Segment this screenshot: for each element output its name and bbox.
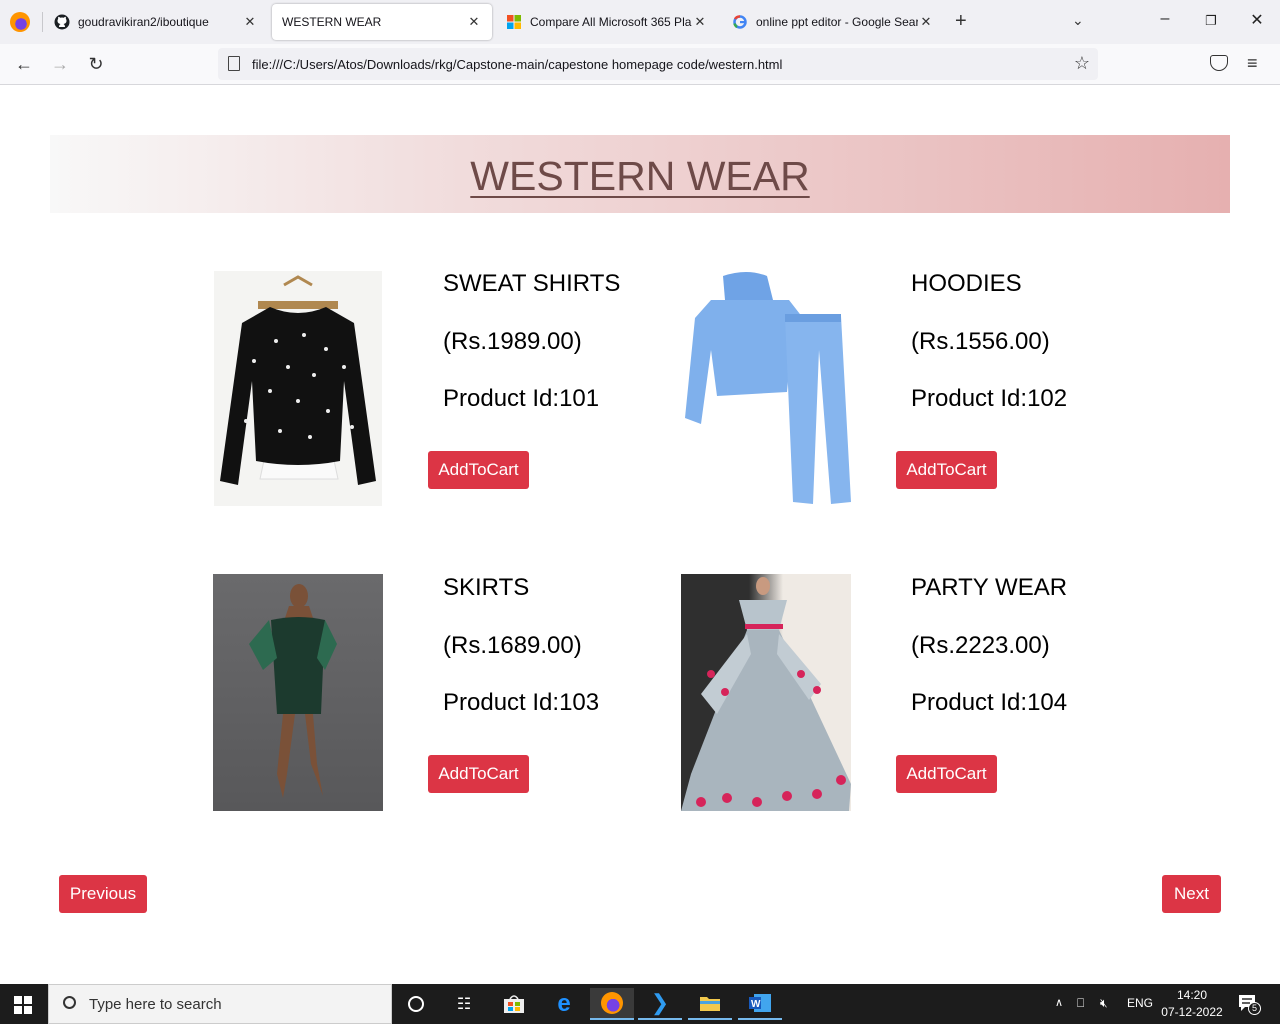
notification-count: 5: [1248, 1002, 1261, 1015]
close-icon[interactable]: ✕: [242, 14, 258, 30]
page-title: WESTERN WEAR: [470, 153, 810, 199]
product-name: SKIRTS: [443, 574, 530, 601]
word-icon[interactable]: W: [738, 988, 782, 1020]
speaker-muted-icon[interactable]: 🔇︎: [1100, 996, 1108, 1011]
minimize-icon[interactable]: –: [1142, 10, 1188, 28]
page-icon: [228, 56, 240, 71]
chevron-up-icon[interactable]: ∧: [1055, 996, 1063, 1009]
pocket-icon[interactable]: [1210, 55, 1228, 71]
store-icon[interactable]: [492, 988, 536, 1020]
svg-text:W: W: [751, 999, 761, 1010]
windows-taskbar: Type here to search ☷ e ❯ W ∧ ⎕ 🔇︎ ENG 1…: [0, 984, 1280, 1024]
product-name: HOODIES: [911, 270, 1022, 297]
tab-title: goudravikiran2/iboutique: [78, 15, 209, 29]
product-name: PARTY WEAR: [911, 574, 1068, 601]
product-price: (Rs.1556.00): [911, 328, 1050, 355]
url-text[interactable]: file:///C:/Users/Atos/Downloads/rkg/Caps…: [252, 57, 782, 72]
windows-start-icon[interactable]: [14, 996, 32, 1014]
tab-western-wear[interactable]: WESTERN WEAR ✕: [272, 4, 492, 40]
add-to-cart-button[interactable]: AddToCart: [428, 755, 529, 793]
tab-separator: [42, 12, 43, 32]
back-arrow-icon[interactable]: ←: [12, 53, 36, 77]
tab-github[interactable]: goudravikiran2/iboutique ✕: [44, 4, 268, 40]
file-explorer-icon[interactable]: [688, 988, 732, 1020]
restore-icon[interactable]: ❐: [1188, 13, 1234, 29]
hamburger-menu-icon[interactable]: ≡: [1247, 53, 1258, 74]
next-button[interactable]: Next: [1162, 875, 1221, 913]
cortana-icon[interactable]: [394, 988, 438, 1020]
product-price: (Rs.1689.00): [443, 632, 582, 659]
reload-icon[interactable]: ↻: [84, 53, 108, 77]
clock-date: 07-12-2022: [1161, 1005, 1223, 1019]
product-id: Product Id:103: [443, 689, 600, 716]
notification-icon[interactable]: 5: [1238, 994, 1261, 1015]
tab-title: online ppt editor - Google Search: [756, 15, 918, 29]
product-image-hoodie: [681, 270, 851, 507]
product-card: HOODIES (Rs.1556.00) Product Id:102 AddT…: [681, 270, 1149, 530]
close-icon[interactable]: ✕: [918, 14, 934, 30]
tab-google[interactable]: online ppt editor - Google Search ✕: [722, 4, 944, 40]
bookmark-star-icon[interactable]: ☆: [1074, 53, 1090, 74]
firefox-icon[interactable]: [10, 12, 30, 32]
product-name: SWEAT SHIRTS: [443, 270, 621, 297]
vscode-icon[interactable]: ❯: [638, 988, 682, 1020]
add-to-cart-button[interactable]: AddToCart: [896, 755, 997, 793]
previous-button[interactable]: Previous: [59, 875, 147, 913]
product-id: Product Id:101: [443, 385, 600, 412]
browser-nav-bar: ← → ↻ file:///C:/Users/Atos/Downloads/rk…: [0, 44, 1280, 85]
system-clock[interactable]: 14:20 07-12-2022: [1160, 987, 1224, 1021]
search-placeholder: Type here to search: [89, 996, 222, 1013]
add-to-cart-button[interactable]: AddToCart: [896, 451, 997, 489]
new-tab-icon[interactable]: +: [955, 10, 967, 33]
page-header: WESTERN WEAR: [50, 135, 1230, 213]
microsoft-icon: [506, 14, 522, 30]
forward-arrow-icon[interactable]: →: [48, 53, 72, 77]
github-icon: [54, 14, 70, 30]
firefox-taskbar-icon[interactable]: [590, 988, 634, 1020]
tab-microsoft[interactable]: Compare All Microsoft 365 Plans ✕: [496, 4, 718, 40]
language-indicator[interactable]: ENG: [1127, 996, 1153, 1010]
google-icon: [732, 14, 748, 30]
search-icon: [63, 996, 76, 1009]
chevron-down-icon[interactable]: ⌄: [1072, 12, 1084, 29]
network-icon[interactable]: ⎕: [1077, 996, 1084, 1011]
product-price: (Rs.1989.00): [443, 328, 582, 355]
product-id: Product Id:104: [911, 689, 1068, 716]
product-image-skirt: [213, 574, 383, 811]
clock-time: 14:20: [1176, 988, 1208, 1002]
product-price: (Rs.2223.00): [911, 632, 1050, 659]
tab-title: Compare All Microsoft 365 Plans: [530, 15, 692, 29]
browser-tab-strip: goudravikiran2/iboutique ✕ WESTERN WEAR …: [0, 0, 1280, 44]
address-bar[interactable]: file:///C:/Users/Atos/Downloads/rkg/Caps…: [218, 48, 1098, 80]
product-image-sweatshirt: [214, 271, 382, 506]
product-image-party-wear: [681, 574, 851, 811]
product-card: SKIRTS (Rs.1689.00) Product Id:103 AddTo…: [213, 574, 681, 834]
edge-icon[interactable]: e: [542, 988, 586, 1020]
close-icon[interactable]: ✕: [692, 14, 708, 30]
add-to-cart-button[interactable]: AddToCart: [428, 451, 529, 489]
close-window-icon[interactable]: ✕: [1234, 10, 1280, 30]
close-icon[interactable]: ✕: [466, 14, 482, 30]
task-view-icon[interactable]: ☷: [442, 988, 486, 1020]
taskbar-search-box[interactable]: Type here to search: [48, 984, 392, 1024]
product-card: PARTY WEAR (Rs.2223.00) Product Id:104 A…: [681, 574, 1149, 834]
product-card: SWEAT SHIRTS (Rs.1989.00) Product Id:101…: [213, 270, 681, 530]
tab-title: WESTERN WEAR: [282, 15, 382, 29]
product-id: Product Id:102: [911, 385, 1068, 412]
